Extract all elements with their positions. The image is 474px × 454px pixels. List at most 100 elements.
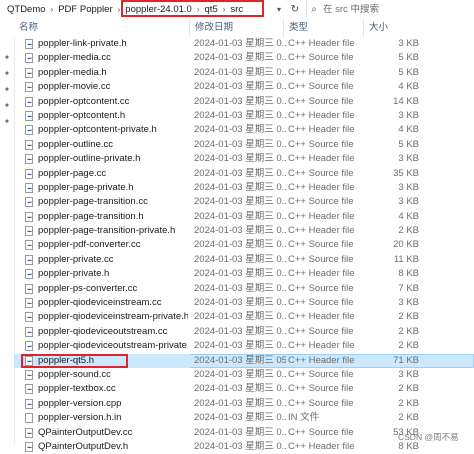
- file-row[interactable]: ▬ poppler-outline-private.h 2024-01-03 星期三…: [14, 152, 474, 166]
- pin-icon[interactable]: ✦: [2, 69, 12, 79]
- file-row[interactable]: ▬ poppler-page-transition.cc 2024-01-03 星期…: [14, 195, 474, 209]
- file-row[interactable]: ▬ poppler-page-private.h 2024-01-03 星期三 0.…: [14, 181, 474, 195]
- file-name: QPainterOutputDev.cc: [38, 426, 133, 438]
- file-row[interactable]: ▬ poppler-qiodeviceoutstream.cc 2024-01-03…: [14, 325, 474, 339]
- file-type: C++ Header file: [288, 66, 355, 78]
- file-name: poppler-outline-private.h: [38, 153, 141, 165]
- file-row[interactable]: ▬ poppler-sound.cc 2024-01-03 星期三 0... C++ …: [14, 368, 474, 382]
- file-icon-cell: ▬: [24, 397, 34, 411]
- address-bar[interactable]: QTDemo › PDF Poppler › poppler-24.01.0 ›…: [0, 0, 474, 20]
- file-icon-glyph: ▬: [27, 170, 32, 176]
- file-icon-glyph: ▬: [27, 300, 32, 306]
- file-date: 2024-01-03 星期三 0...: [194, 124, 286, 136]
- pin-icon[interactable]: ✦: [2, 53, 12, 63]
- file-icon-glyph: ▬: [27, 400, 32, 406]
- selected-file-row[interactable]: ▬ poppler-qt5.h 2024-01-03 星期三 05:40C++ He…: [14, 353, 474, 369]
- source-file-icon: ▬: [25, 398, 33, 409]
- file-row[interactable]: ▬ poppler-private.cc 2024-01-03 星期三 0... C+…: [14, 253, 474, 267]
- search-box[interactable]: ⌕: [306, 1, 471, 17]
- file-date: 2024-01-03 星期三 0...: [194, 368, 286, 380]
- pin-icon[interactable]: ✦: [2, 117, 12, 127]
- source-file-icon: ▬: [25, 326, 33, 337]
- breadcrumb-poppler-version[interactable]: poppler-24.01.0: [122, 4, 195, 15]
- file-type: C++ Header file: [288, 153, 355, 165]
- file-row[interactable]: ▬ poppler-qiodeviceoutstream-private.h 202…: [14, 339, 474, 353]
- file-size: 3 KB: [398, 38, 419, 49]
- column-type[interactable]: 类型: [284, 19, 364, 37]
- file-row[interactable]: ▬ poppler-ps-converter.cc 2024-01-03 星期三 0…: [14, 282, 474, 296]
- file-date: 2024-01-03 星期三 0...: [194, 81, 286, 93]
- pin-icon[interactable]: ✦: [2, 101, 12, 111]
- file-row[interactable]: ▬ poppler-optcontent.h 2024-01-03 星期三 0...…: [14, 109, 474, 123]
- file-icon-cell: ▬: [24, 310, 34, 324]
- file-type: C++ Header file: [288, 268, 355, 280]
- breadcrumb-src[interactable]: src: [227, 4, 246, 15]
- file-row[interactable]: ▬ poppler-private.h 2024-01-03 星期三 0... C++…: [14, 267, 474, 281]
- breadcrumb-qt5[interactable]: qt5: [202, 4, 221, 15]
- file-row[interactable]: ▬ poppler-page-transition.h 2024-01-03 星期三…: [14, 210, 474, 224]
- file-icon-cell: ▬: [24, 354, 34, 368]
- file-row[interactable]: ▬ poppler-page-transition-private.h 2024-0…: [14, 224, 474, 238]
- file-row[interactable]: ▬ poppler-page.cc 2024-01-03 星期三 0... C++ S…: [14, 167, 474, 181]
- file-row[interactable]: ▬ poppler-optcontent-private.h 2024-01-03 …: [14, 123, 474, 137]
- file-row[interactable]: ▬ poppler-qiodeviceinstream-private.h 2024…: [14, 310, 474, 324]
- file-row[interactable]: ▬ poppler-textbox.cc 2024-01-03 星期三 0... C+…: [14, 382, 474, 396]
- file-row[interactable]: ▬ poppler-link-private.h 2024-01-03 星期三 0.…: [14, 37, 474, 51]
- column-name[interactable]: 名称: [14, 19, 190, 37]
- file-name: poppler-page.cc: [38, 167, 107, 179]
- file-name: poppler-qiodeviceinstream.cc: [38, 297, 162, 309]
- file-row[interactable]: ▬ poppler-pdf-converter.cc 2024-01-03 星期三 …: [14, 238, 474, 252]
- file-icon-glyph: ▬: [27, 213, 32, 219]
- file-name: poppler-version.cpp: [38, 397, 122, 409]
- file-date: 2024-01-03 星期三 0...: [194, 239, 286, 251]
- file-type: C++ Source file: [288, 52, 354, 64]
- breadcrumb-pdf-poppler[interactable]: PDF Poppler: [55, 4, 115, 15]
- file-type: C++ Source file: [288, 95, 354, 107]
- file-name: poppler-outline.cc: [38, 138, 113, 150]
- file-row[interactable]: ▬ poppler-media.h 2024-01-03 星期三 0... C++ H…: [14, 66, 474, 80]
- file-date: 2024-01-03 星期三 0...: [194, 52, 286, 64]
- search-input[interactable]: [321, 3, 463, 15]
- file-date: 2024-01-03 星期三 0...: [194, 397, 286, 409]
- breadcrumb-separator-icon: ›: [222, 5, 226, 14]
- file-row[interactable]: ▬ poppler-qiodeviceinstream.cc 2024-01-03 …: [14, 296, 474, 310]
- file-name: poppler-qiodeviceoutstream.cc: [38, 325, 168, 337]
- column-size[interactable]: 大小: [364, 19, 424, 37]
- file-icon-glyph: ▬: [27, 357, 32, 363]
- file-row[interactable]: ▬ poppler-movie.cc 2024-01-03 星期三 0... C++ …: [14, 80, 474, 94]
- refresh-icon[interactable]: ↻: [288, 2, 302, 17]
- file-row[interactable]: ▬ poppler-version.cpp 2024-01-03 星期三 0... C…: [14, 397, 474, 411]
- file-icon-cell: ▬: [24, 238, 34, 252]
- file-type: C++ Source file: [288, 167, 354, 179]
- source-file-icon: ▬: [25, 427, 33, 438]
- file-row[interactable]: poppler-version.h.in 2024-01-03 星期三 0... I…: [14, 411, 474, 425]
- file-icon-glyph: ▬: [27, 141, 32, 147]
- file-size: 2 KB: [398, 412, 419, 424]
- column-date[interactable]: 修改日期: [190, 19, 284, 37]
- pin-icon[interactable]: ✦: [2, 85, 12, 95]
- file-row[interactable]: ▬ poppler-optcontent.cc 2024-01-03 星期三 0..…: [14, 95, 474, 109]
- navigation-pane[interactable]: ✦ ✦ ✦ ✦ ✦: [0, 19, 15, 445]
- file-icon-cell: ▬: [24, 325, 34, 339]
- file-row[interactable]: ▬ poppler-outline.cc 2024-01-03 星期三 0... C+…: [14, 138, 474, 152]
- chevron-down-icon[interactable]: ▾: [272, 2, 286, 17]
- source-file-icon: ▬: [25, 240, 33, 251]
- file-name: poppler-optcontent-private.h: [38, 124, 157, 136]
- file-type: C++ Header file: [288, 225, 355, 237]
- file-name: poppler-page-private.h: [38, 181, 134, 193]
- file-row[interactable]: ▬ poppler-media.cc 2024-01-03 星期三 0... C++ …: [14, 51, 474, 65]
- file-icon-glyph: ▬: [27, 112, 32, 118]
- file-size: 8 KB: [398, 268, 419, 280]
- file-size: 4 KB: [398, 210, 419, 222]
- file-type: C++ Source file: [288, 397, 354, 409]
- file-icon-cell: ▬: [24, 152, 34, 166]
- file-icon-cell: ▬: [24, 181, 34, 195]
- source-file-icon: ▬: [25, 283, 33, 294]
- header-file-icon: ▬: [25, 226, 33, 237]
- file-date: 2024-01-03 星期三 0...: [194, 210, 286, 222]
- file-size: 3 KB: [398, 153, 419, 165]
- breadcrumb-qtdemo[interactable]: QTDemo: [4, 4, 49, 15]
- breadcrumb-separator-icon: ›: [196, 5, 200, 14]
- file-name: poppler-qt5.h: [38, 354, 94, 366]
- header-file-icon: ▬: [25, 211, 33, 222]
